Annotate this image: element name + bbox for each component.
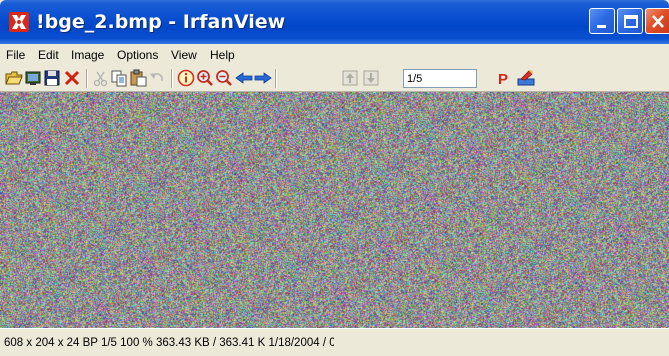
toolbar-separator <box>86 69 88 88</box>
close-button[interactable] <box>645 8 669 34</box>
print-icon[interactable]: P <box>496 69 514 87</box>
next-icon[interactable] <box>254 69 272 87</box>
open-folder-icon[interactable] <box>5 69 23 87</box>
undo-icon[interactable] <box>148 69 166 87</box>
paint-icon[interactable] <box>517 69 535 87</box>
slideshow-icon[interactable] <box>24 69 42 87</box>
minimize-icon <box>597 25 606 28</box>
zoom-out-icon[interactable] <box>215 69 233 87</box>
noise-image <box>0 92 669 328</box>
status-text: 608 x 204 x 24 BP 1/5 100 % 363.43 KB / … <box>4 337 334 349</box>
previous-icon[interactable] <box>235 69 253 87</box>
minimize-button[interactable] <box>589 8 615 34</box>
image-viewport[interactable] <box>0 92 669 328</box>
irfanview-window: !bge_2.bmp - IrfanView File Edit Image O… <box>0 0 669 356</box>
delete-icon[interactable] <box>63 69 81 87</box>
menu-view[interactable]: View <box>171 47 197 64</box>
last-page-icon[interactable] <box>362 69 380 87</box>
irfanview-app-icon[interactable] <box>8 11 30 33</box>
menu-options[interactable]: Options <box>117 47 158 64</box>
zoom-in-icon[interactable] <box>196 69 214 87</box>
svg-text:P: P <box>498 71 508 87</box>
window-title: !bge_2.bmp - IrfanView <box>36 11 286 33</box>
cut-icon[interactable] <box>92 69 110 87</box>
first-page-icon[interactable] <box>341 69 359 87</box>
paste-icon[interactable] <box>129 69 147 87</box>
toolbar-separator <box>275 69 277 88</box>
toolbar-separator <box>171 69 173 88</box>
menu-bar: File Edit Image Options View Help <box>0 44 669 66</box>
maximize-button[interactable] <box>617 8 643 34</box>
close-icon <box>652 15 664 28</box>
menu-edit[interactable]: Edit <box>38 47 59 64</box>
menu-file[interactable]: File <box>6 47 25 64</box>
title-bar[interactable]: !bge_2.bmp - IrfanView <box>0 0 669 44</box>
maximize-icon <box>624 15 638 28</box>
status-bar: 608 x 204 x 24 BP 1/5 100 % 363.43 KB / … <box>0 328 669 356</box>
page-number-field[interactable] <box>403 69 477 88</box>
copy-icon[interactable] <box>110 69 128 87</box>
toolbar: P <box>0 66 669 92</box>
menu-image[interactable]: Image <box>71 47 104 64</box>
save-icon[interactable] <box>43 69 61 87</box>
info-icon[interactable] <box>177 69 195 87</box>
menu-help[interactable]: Help <box>210 47 235 64</box>
